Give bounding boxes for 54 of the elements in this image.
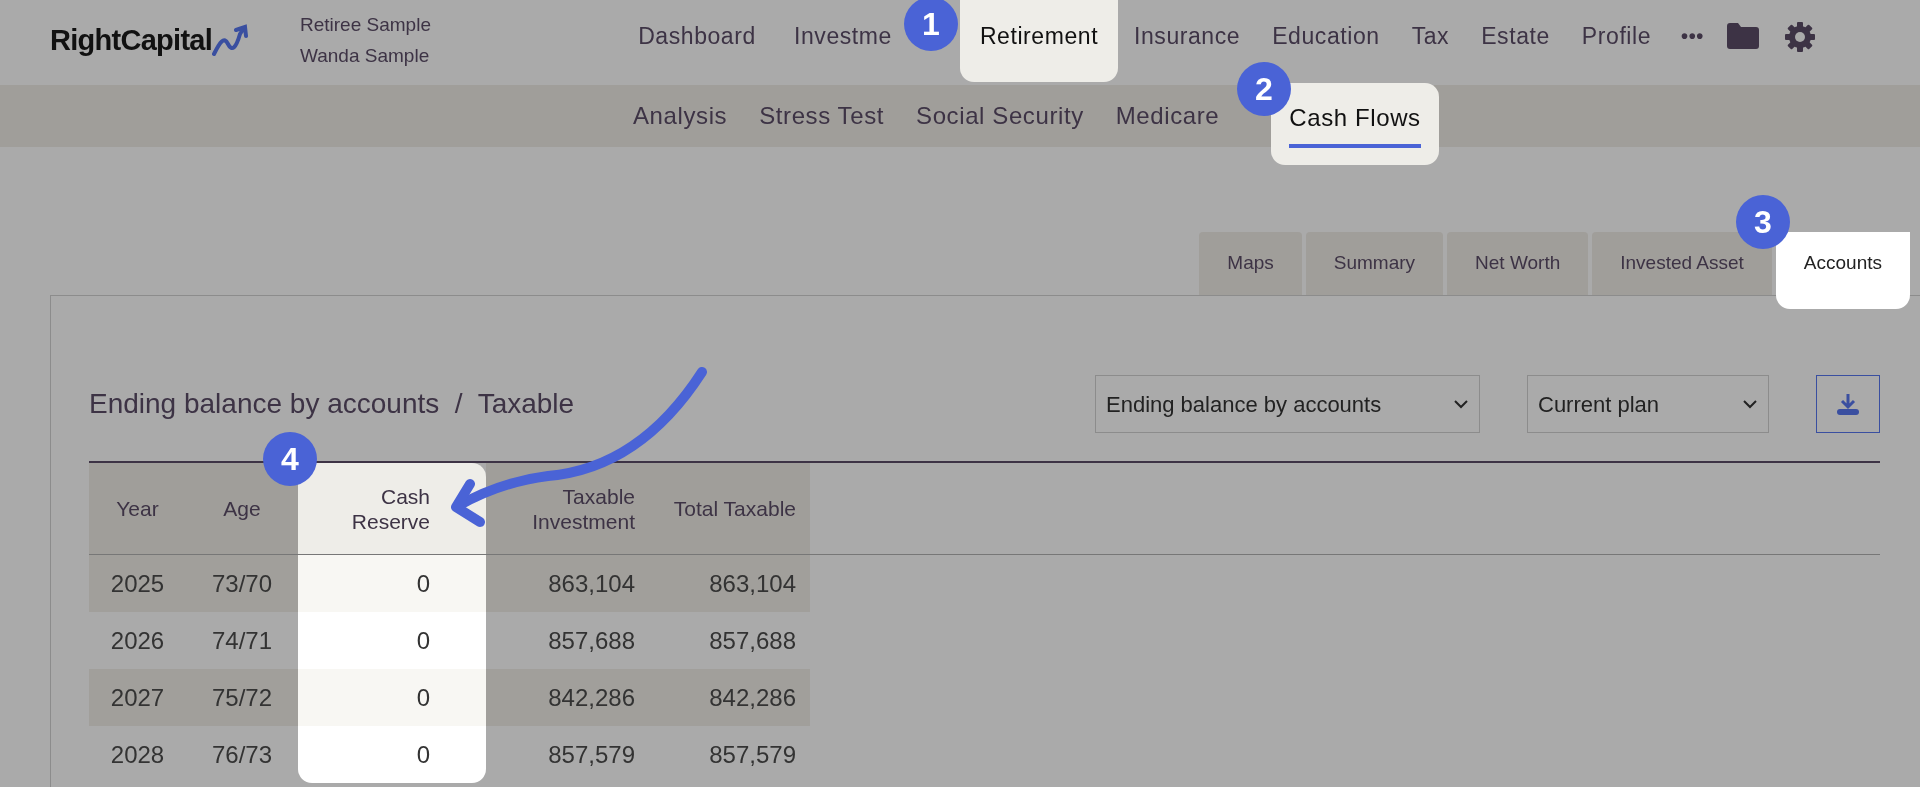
report-dropdown[interactable]: Ending balance by accounts [1095,375,1480,433]
table-cell-text: 857,688 [708,625,797,656]
table-cell: 2027 [89,669,186,726]
chevron-down-icon [1742,399,1758,409]
nav-tab[interactable]: Retirement [960,0,1118,82]
sub-tab[interactable]: Cash Flows [1271,83,1439,165]
column-header: Cash Reserve [298,463,486,554]
view-tab[interactable]: Summary [1305,232,1444,295]
table-cell: 2025 [89,555,186,612]
chevron-down-icon [1453,399,1469,409]
table-cell-text: 2026 [109,625,166,656]
logo-wordmark: RightCapital [50,23,213,59]
nav-tab[interactable]: Estate [1465,0,1566,72]
more-button[interactable]: ••• [1667,0,1718,72]
column-header: Year [89,463,186,554]
client-name: Retiree Sample [300,13,432,37]
step-badge: 3 [1736,195,1790,249]
table-cell: 863,104 [486,555,635,612]
table-cell: 0 [298,555,486,612]
view-tab[interactable]: Net Worth [1447,232,1589,295]
column-header: Total Taxable [635,463,810,554]
plan-dropdown[interactable]: Current plan [1527,375,1769,433]
client-name: Wanda Sample [300,44,431,68]
nav-tab[interactable]: Dashboard [614,0,780,72]
table-cell-text: 857,688 [547,625,635,656]
column-header: Taxable Investment [486,463,635,554]
nav-tab[interactable]: Profile [1565,0,1668,72]
nav-tab[interactable]: Investme [780,0,902,72]
table-cell: 0 [298,726,486,783]
table-cell-text: 857,579 [708,739,797,770]
table-cell-text: 74/71 [210,625,274,656]
download-button[interactable] [1816,375,1880,433]
table-cell: 0 [298,612,486,669]
view-tab[interactable]: Maps [1199,232,1302,295]
sub-tab[interactable]: Stress Test [743,85,901,147]
sub-tab[interactable]: Analysis [617,85,744,147]
table-cell-text: 2028 [109,739,166,770]
table-cell: 0 [298,669,486,726]
settings-icon[interactable] [1783,21,1816,53]
view-tab[interactable]: Invested Asset [1592,232,1772,295]
view-tab[interactable]: Accounts [1775,232,1910,309]
table-cell: 863,104 [635,555,810,612]
sub-tab[interactable]: Social Security [900,85,1100,147]
table-cell-text: 857,579 [547,739,635,770]
table-cell: 75/72 [186,669,298,726]
table-cell: 842,286 [635,669,810,726]
table-cell-text: 76/73 [210,739,274,770]
table-cell: 842,286 [486,669,635,726]
download-icon [1835,392,1861,416]
sub-tab[interactable]: Medicare [1099,85,1236,147]
nav-tab[interactable]: Tax [1395,0,1466,72]
folder-icon[interactable] [1725,22,1760,50]
panel-title: Ending balance by accounts / Taxable [89,387,575,421]
table-cell: 73/70 [186,555,298,612]
